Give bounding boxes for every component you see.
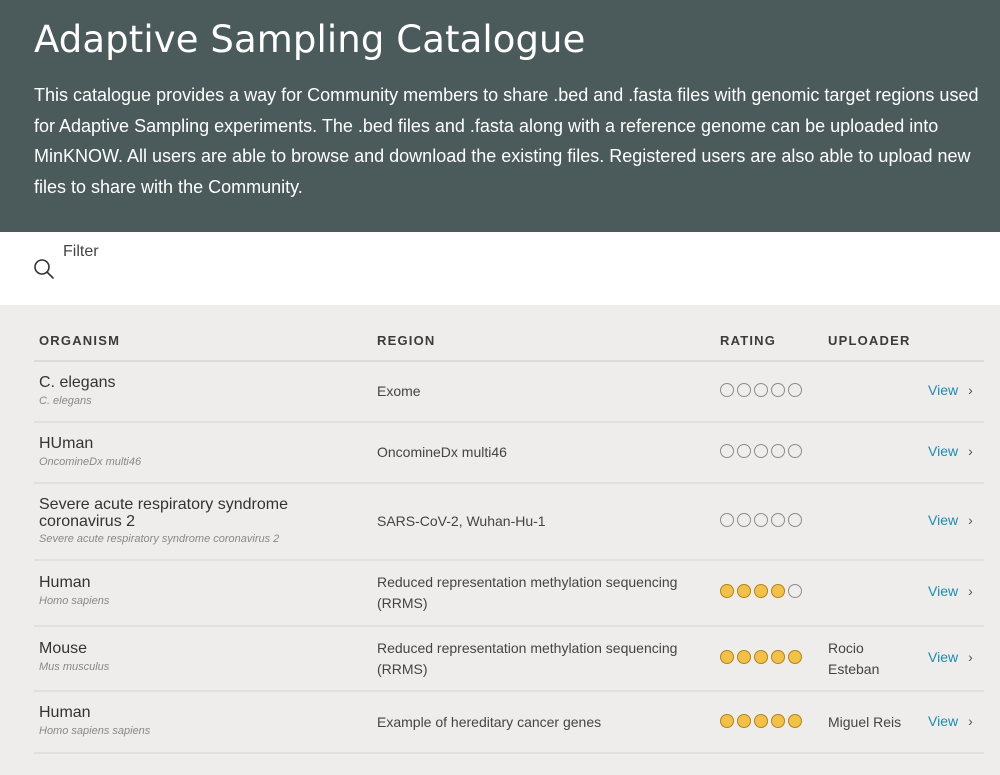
page-description: This catalogue provides a way for Commun… xyxy=(34,85,979,197)
region-text: OncomineDx multi46 xyxy=(377,444,507,460)
rating-star-empty-icon xyxy=(754,444,768,458)
table-row: Human Homo sapiens Reduced representatio… xyxy=(34,561,984,627)
rating-stars xyxy=(720,444,802,458)
organism-name: HUman xyxy=(39,435,94,452)
rating-star-empty-icon xyxy=(771,444,785,458)
column-header-region[interactable]: REGION xyxy=(377,333,435,348)
rating-stars xyxy=(720,513,802,527)
view-link[interactable]: View › xyxy=(928,649,973,665)
chevron-right-icon: › xyxy=(968,713,973,729)
region-text: Exome xyxy=(377,383,421,399)
organism-name: C. elegans xyxy=(39,374,116,391)
chevron-right-icon: › xyxy=(968,583,973,599)
rating-star-filled-icon xyxy=(737,584,751,598)
chevron-right-icon: › xyxy=(968,443,973,459)
view-label: View xyxy=(928,713,959,729)
organism-scientific-name: Severe acute respiratory syndrome corona… xyxy=(39,533,280,545)
region-text: SARS-CoV-2, Wuhan-Hu-1 xyxy=(377,513,546,529)
view-link[interactable]: View › xyxy=(928,443,973,459)
rating-stars xyxy=(720,650,802,664)
view-label: View xyxy=(928,443,959,459)
organism-scientific-name: Homo sapiens xyxy=(39,595,110,607)
rating-star-filled-icon xyxy=(788,650,802,664)
organism-name: Severe acute respiratory syndrome corona… xyxy=(39,496,288,530)
rating-star-filled-icon xyxy=(737,650,751,664)
rating-stars xyxy=(720,584,802,598)
rating-stars xyxy=(720,714,802,728)
page-header: Adaptive Sampling Catalogue This catalog… xyxy=(0,0,1000,232)
view-link[interactable]: View › xyxy=(928,583,973,599)
column-header-rating[interactable]: RATING xyxy=(720,333,776,348)
table-row: C. elegans C. elegans Exome View › xyxy=(34,362,984,423)
rating-star-filled-icon xyxy=(720,650,734,664)
rating-stars xyxy=(720,383,802,397)
rating-star-filled-icon xyxy=(720,714,734,728)
column-header-organism[interactable]: ORGANISM xyxy=(39,333,120,348)
chevron-right-icon: › xyxy=(968,382,973,398)
organism-name: Human xyxy=(39,574,91,591)
rating-star-empty-icon xyxy=(788,444,802,458)
rating-star-filled-icon xyxy=(720,584,734,598)
rating-star-filled-icon xyxy=(771,714,785,728)
rating-star-empty-icon xyxy=(754,513,768,527)
table-row: HUman OncomineDx multi46 OncomineDx mult… xyxy=(34,423,984,484)
organism-name: Human xyxy=(39,704,91,721)
view-label: View xyxy=(928,512,959,528)
filter-label: Filter xyxy=(63,243,99,260)
rating-star-empty-icon xyxy=(754,383,768,397)
region-text: Example of hereditary cancer genes xyxy=(377,714,602,730)
rating-star-filled-icon xyxy=(771,650,785,664)
uploader-name: Miguel Reis xyxy=(828,714,902,730)
organism-name: Mouse xyxy=(39,640,88,657)
page-title: Adaptive Sampling Catalogue xyxy=(34,18,586,61)
rating-star-empty-icon xyxy=(737,383,751,397)
region-text: Reduced representation methylation seque… xyxy=(377,640,678,677)
view-link[interactable]: View › xyxy=(928,512,973,528)
table-header: ORGANISM REGION RATING UPLOADER xyxy=(34,305,984,362)
rating-star-empty-icon xyxy=(788,584,802,598)
rating-star-filled-icon xyxy=(754,650,768,664)
rating-star-empty-icon xyxy=(720,383,734,397)
column-header-uploader[interactable]: UPLOADER xyxy=(828,333,911,348)
rating-star-filled-icon xyxy=(754,714,768,728)
organism-scientific-name: Mus musculus xyxy=(39,661,110,673)
rating-star-empty-icon xyxy=(720,513,734,527)
organism-scientific-name: C. elegans xyxy=(39,395,92,407)
organism-scientific-name: Homo sapiens sapiens xyxy=(39,725,151,737)
rating-star-filled-icon xyxy=(788,714,802,728)
view-link[interactable]: View › xyxy=(928,382,973,398)
rating-star-empty-icon xyxy=(771,383,785,397)
rating-star-empty-icon xyxy=(788,513,802,527)
rating-star-empty-icon xyxy=(737,444,751,458)
table-row: Human Homo sapiens sapiens Example of he… xyxy=(34,692,984,754)
table-row: Mouse Mus musculus Reduced representatio… xyxy=(34,627,984,692)
organism-scientific-name: OncomineDx multi46 xyxy=(39,456,142,468)
rating-star-filled-icon xyxy=(754,584,768,598)
chevron-right-icon: › xyxy=(968,649,973,665)
view-label: View xyxy=(928,649,959,665)
view-label: View xyxy=(928,382,959,398)
rating-star-filled-icon xyxy=(771,584,785,598)
region-text: Reduced representation methylation seque… xyxy=(377,574,678,611)
filter-input[interactable] xyxy=(63,262,963,292)
rating-star-empty-icon xyxy=(720,444,734,458)
search-icon[interactable] xyxy=(33,258,55,280)
table-row: Severe acute respiratory syndrome corona… xyxy=(34,484,984,561)
uploader-name: Rocio Esteban xyxy=(828,640,880,677)
rating-star-empty-icon xyxy=(771,513,785,527)
rating-star-empty-icon xyxy=(737,513,751,527)
view-link[interactable]: View › xyxy=(928,713,973,729)
view-label: View xyxy=(928,583,959,599)
rating-star-filled-icon xyxy=(737,714,751,728)
rating-star-empty-icon xyxy=(788,383,802,397)
chevron-right-icon: › xyxy=(968,512,973,528)
